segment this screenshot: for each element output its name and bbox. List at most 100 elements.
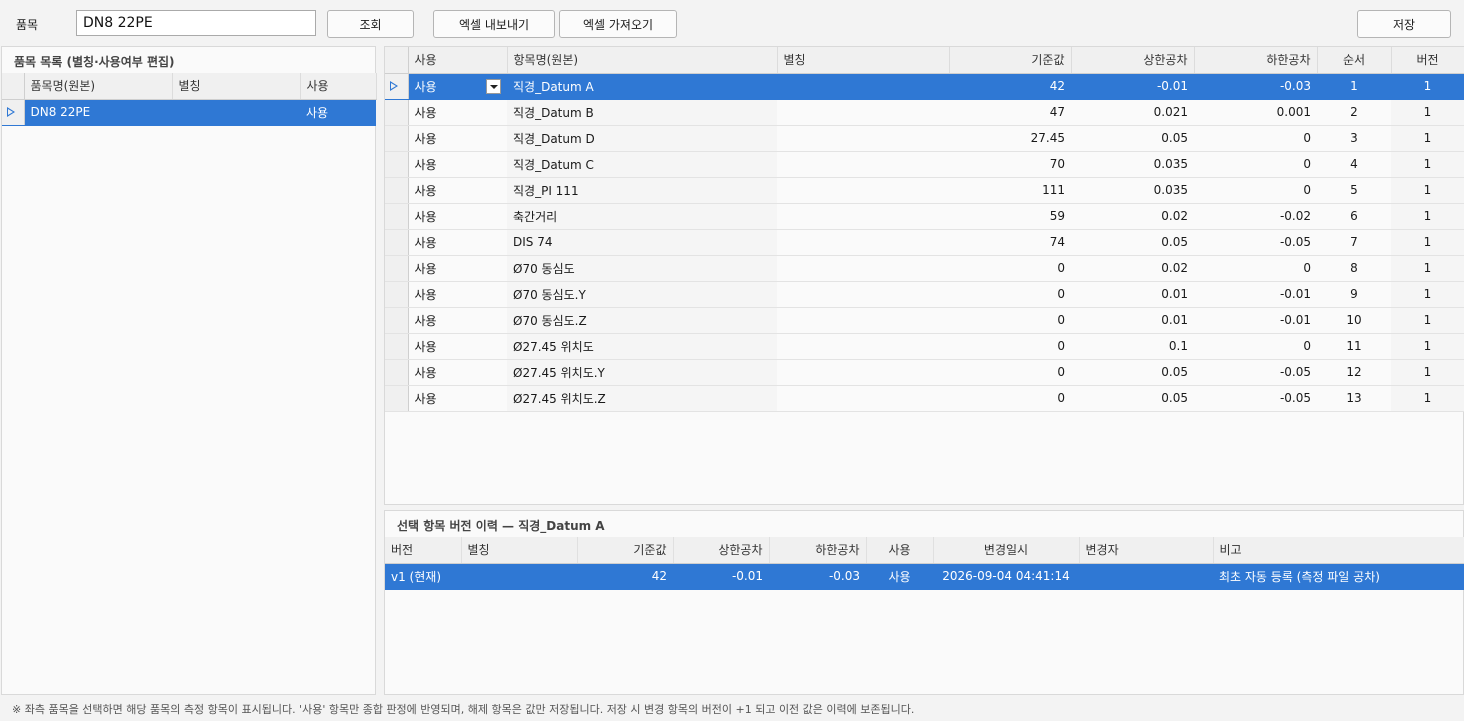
- base-value-cell[interactable]: 70: [949, 151, 1071, 178]
- lower-tol-cell[interactable]: 0.001: [1194, 99, 1317, 126]
- use-cell[interactable]: 사용: [408, 385, 507, 412]
- item-name-cell[interactable]: Ø27.45 위치도.Z: [507, 385, 777, 412]
- version-cell[interactable]: 1: [1391, 99, 1464, 126]
- changed-by-cell[interactable]: [1079, 563, 1213, 590]
- order-cell[interactable]: 2: [1317, 99, 1391, 126]
- base-value-cell[interactable]: 0: [949, 281, 1071, 308]
- order-cell[interactable]: 4: [1317, 151, 1391, 178]
- upper-tol-cell[interactable]: 0.021: [1071, 99, 1194, 126]
- col-header-lower-tol[interactable]: 하한공차: [1194, 47, 1318, 74]
- base-value-cell[interactable]: 59: [949, 203, 1071, 230]
- version-cell[interactable]: v1 (현재): [385, 563, 461, 590]
- history-row[interactable]: v1 (현재) 42 -0.01 -0.03 사용 2026-09-04 04:41:14…: [385, 563, 1464, 590]
- order-cell[interactable]: 10: [1317, 307, 1391, 334]
- version-cell[interactable]: 1: [1391, 359, 1464, 386]
- measure-item-row[interactable]: 사용 직경_Datum A 42 -0.01 -0.03 1 1: [385, 73, 1464, 100]
- item-name-cell[interactable]: Ø27.45 위치도: [507, 333, 777, 360]
- use-cell[interactable]: 사용: [408, 99, 507, 126]
- lower-tol-cell[interactable]: 0: [1194, 177, 1317, 204]
- base-value-cell[interactable]: 74: [949, 229, 1071, 256]
- use-cell[interactable]: 사용: [408, 203, 507, 230]
- base-value-cell[interactable]: 0: [949, 307, 1071, 334]
- lower-tol-cell[interactable]: -0.01: [1194, 307, 1317, 334]
- col-header-order[interactable]: 순서: [1317, 47, 1392, 74]
- row-header[interactable]: [385, 73, 409, 100]
- order-cell[interactable]: 5: [1317, 177, 1391, 204]
- upper-tol-cell[interactable]: 0.035: [1071, 151, 1194, 178]
- item-list-row[interactable]: DN8 22PE 사용: [2, 99, 376, 126]
- order-cell[interactable]: 3: [1317, 125, 1391, 152]
- note-cell[interactable]: 최초 자동 등록 (측정 파일 공차): [1213, 563, 1464, 590]
- lower-tol-cell[interactable]: -0.02: [1194, 203, 1317, 230]
- item-name-cell[interactable]: Ø27.45 위치도.Y: [507, 359, 777, 386]
- item-name-cell[interactable]: Ø70 동심도: [507, 255, 777, 282]
- version-cell[interactable]: 1: [1391, 255, 1464, 282]
- col-header-alias[interactable]: 별칭: [777, 47, 950, 74]
- alias-cell[interactable]: [777, 203, 949, 230]
- base-value-cell[interactable]: 0: [949, 385, 1071, 412]
- col-header-alias[interactable]: 별칭: [172, 73, 301, 100]
- upper-tol-cell[interactable]: -0.01: [1071, 73, 1194, 100]
- order-cell[interactable]: 7: [1317, 229, 1391, 256]
- measure-item-row[interactable]: 사용 Ø70 동심도 0 0.02 0 8 1: [385, 255, 1464, 282]
- excel-import-button[interactable]: 엑셀 가져오기: [559, 10, 677, 38]
- item-name-cell[interactable]: DIS 74: [507, 229, 777, 256]
- order-cell[interactable]: 6: [1317, 203, 1391, 230]
- order-cell[interactable]: 13: [1317, 385, 1391, 412]
- measure-item-row[interactable]: 사용 직경_PI 111 111 0.035 0 5 1: [385, 177, 1464, 204]
- measure-item-row[interactable]: 사용 직경_Datum C 70 0.035 0 4 1: [385, 151, 1464, 178]
- measure-item-row[interactable]: 사용 직경_Datum D 27.45 0.05 0 3 1: [385, 125, 1464, 152]
- row-header[interactable]: [385, 229, 409, 256]
- upper-tol-cell[interactable]: 0.01: [1071, 281, 1194, 308]
- version-cell[interactable]: 1: [1391, 73, 1464, 100]
- item-name-cell[interactable]: 축간거리: [507, 203, 777, 230]
- base-value-cell[interactable]: 42: [949, 73, 1071, 100]
- col-header-upper-tol[interactable]: 상한공차: [673, 537, 770, 564]
- version-cell[interactable]: 1: [1391, 151, 1464, 178]
- alias-cell[interactable]: [777, 385, 949, 412]
- upper-tol-cell[interactable]: 0.1: [1071, 333, 1194, 360]
- measure-item-row[interactable]: 사용 Ø27.45 위치도.Y 0 0.05 -0.05 12 1: [385, 359, 1464, 386]
- col-header-item-name[interactable]: 품목명(원본): [24, 73, 173, 100]
- upper-tol-cell[interactable]: 0.05: [1071, 359, 1194, 386]
- lower-tol-cell[interactable]: 0: [1194, 125, 1317, 152]
- row-header[interactable]: [385, 125, 409, 152]
- col-header-use[interactable]: 사용: [408, 47, 508, 74]
- alias-cell[interactable]: [777, 177, 949, 204]
- use-cell[interactable]: 사용: [408, 151, 507, 178]
- col-header-use[interactable]: 사용: [300, 73, 377, 100]
- alias-cell[interactable]: [777, 73, 949, 100]
- version-cell[interactable]: 1: [1391, 385, 1464, 412]
- lower-tol-cell[interactable]: 0: [1194, 151, 1317, 178]
- use-cell[interactable]: 사용: [408, 177, 507, 204]
- upper-tol-cell[interactable]: 0.05: [1071, 385, 1194, 412]
- upper-tol-cell[interactable]: 0.05: [1071, 125, 1194, 152]
- version-cell[interactable]: 1: [1391, 229, 1464, 256]
- order-cell[interactable]: 11: [1317, 333, 1391, 360]
- base-value-cell[interactable]: 27.45: [949, 125, 1071, 152]
- item-name-cell[interactable]: Ø70 동심도.Z: [507, 307, 777, 334]
- order-cell[interactable]: 1: [1317, 73, 1391, 100]
- lower-tol-cell[interactable]: -0.01: [1194, 281, 1317, 308]
- order-cell[interactable]: 9: [1317, 281, 1391, 308]
- row-header[interactable]: [385, 99, 409, 126]
- upper-tol-cell[interactable]: 0.02: [1071, 203, 1194, 230]
- excel-export-button[interactable]: 엑셀 내보내기: [433, 10, 555, 38]
- query-button[interactable]: 조회: [327, 10, 414, 38]
- item-name-cell[interactable]: 직경_Datum C: [507, 151, 777, 178]
- lower-tol-cell[interactable]: -0.05: [1194, 385, 1317, 412]
- alias-cell[interactable]: [777, 229, 949, 256]
- use-cell[interactable]: 사용: [408, 73, 507, 100]
- base-value-cell[interactable]: 0: [949, 333, 1071, 360]
- use-cell[interactable]: 사용: [866, 563, 933, 590]
- base-value-cell[interactable]: 0: [949, 255, 1071, 282]
- measure-item-row[interactable]: 사용 Ø70 동심도.Z 0 0.01 -0.01 10 1: [385, 307, 1464, 334]
- row-header[interactable]: [385, 203, 409, 230]
- base-value-cell[interactable]: 111: [949, 177, 1071, 204]
- measure-item-row[interactable]: 사용 직경_Datum B 47 0.021 0.001 2 1: [385, 99, 1464, 126]
- lower-tol-cell[interactable]: -0.05: [1194, 359, 1317, 386]
- alias-cell[interactable]: [777, 151, 949, 178]
- alias-cell[interactable]: [777, 255, 949, 282]
- upper-tol-cell[interactable]: 0.02: [1071, 255, 1194, 282]
- alias-cell[interactable]: [777, 333, 949, 360]
